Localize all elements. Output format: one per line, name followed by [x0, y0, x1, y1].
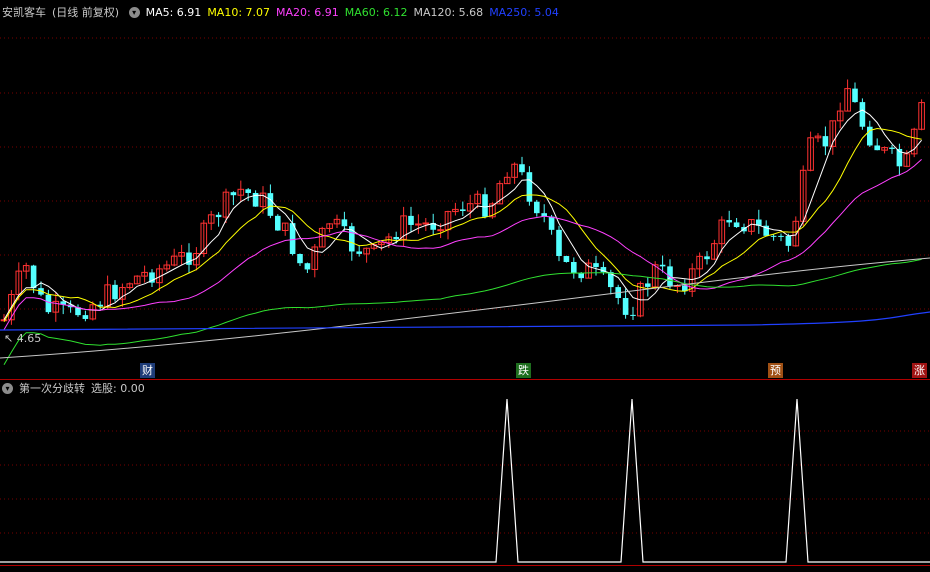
candle-body	[245, 189, 251, 193]
indicator-header: ▾ 第一次分歧转 选股: 0.00	[2, 381, 151, 397]
ma-line	[0, 257, 930, 359]
candle-body	[726, 220, 732, 223]
candle-body	[822, 136, 829, 147]
candle-body	[297, 254, 303, 264]
candle-body	[275, 215, 281, 231]
candle-body	[770, 235, 777, 237]
candle-body	[704, 256, 710, 260]
ma-line	[3, 127, 922, 323]
main-chart-header: 安凯客车 (日线 前复权) ▾ MA5: 6.91 MA10: 7.07 MA20: 6…	[2, 5, 571, 21]
candle-body	[460, 209, 466, 212]
chart-canvas[interactable]	[0, 0, 930, 572]
candle-body	[482, 194, 488, 217]
candle-body	[82, 315, 89, 319]
candle-body	[659, 264, 666, 267]
candle-body	[341, 219, 348, 227]
ma-label-1: MA10: 7.07	[207, 6, 271, 19]
candle-body	[622, 298, 629, 315]
candle-body	[578, 273, 584, 279]
indicator-name: 第一次分歧转	[19, 382, 85, 395]
candle-body	[519, 164, 525, 173]
candle-body	[733, 222, 740, 228]
candle-body	[356, 251, 362, 254]
ma-label-4: MA120: 5.68	[413, 6, 484, 19]
stock-name: 安凯客车	[2, 6, 46, 19]
candle-body	[437, 229, 444, 232]
candle-body	[874, 145, 880, 151]
candle-body	[526, 172, 533, 202]
candle-body	[548, 216, 555, 230]
chevron-down-icon[interactable]: ▾	[128, 6, 140, 18]
low-price-label: ↖ 4.65	[4, 332, 42, 345]
period-label: (日线 前复权)	[52, 6, 120, 19]
candle-body	[112, 284, 118, 300]
indicator-value: 选股: 0.00	[91, 382, 145, 395]
candle-body	[630, 314, 636, 316]
ma-label-5: MA250: 5.04	[489, 6, 559, 19]
ma-line	[0, 311, 930, 331]
candle-body	[563, 256, 570, 263]
candle-body	[889, 147, 895, 149]
candle-body	[785, 235, 792, 246]
candle-body	[778, 235, 784, 237]
candle-body	[215, 214, 222, 218]
signal-line	[0, 398, 930, 563]
candle-body	[304, 263, 311, 270]
candle-body	[645, 283, 651, 287]
candle-body	[408, 215, 414, 225]
marker-die[interactable]: 跌	[516, 363, 531, 378]
ma-line	[3, 159, 922, 331]
marker-zhang[interactable]: 涨	[912, 363, 927, 378]
marker-cai[interactable]: 财	[140, 363, 155, 378]
candle-body	[230, 192, 237, 196]
candle-body	[571, 262, 577, 274]
candle-body	[30, 265, 37, 289]
candle-body	[393, 236, 399, 240]
marker-yu[interactable]: 预	[768, 363, 783, 378]
candle-body	[593, 263, 599, 268]
ma-label-3: MA60: 6.12	[344, 6, 408, 19]
candle-body	[534, 201, 540, 214]
candle-body	[859, 102, 866, 127]
candle-body	[45, 294, 52, 313]
ma-label-2: MA20: 6.91	[276, 6, 339, 19]
candle-body	[556, 229, 562, 257]
candle-body	[852, 88, 858, 103]
candle-body	[415, 223, 422, 226]
chevron-down-icon[interactable]: ▾	[2, 382, 13, 394]
candle-body	[0, 319, 8, 322]
candle-body	[267, 193, 274, 216]
ma-label-0: MA5: 6.91	[145, 6, 202, 19]
